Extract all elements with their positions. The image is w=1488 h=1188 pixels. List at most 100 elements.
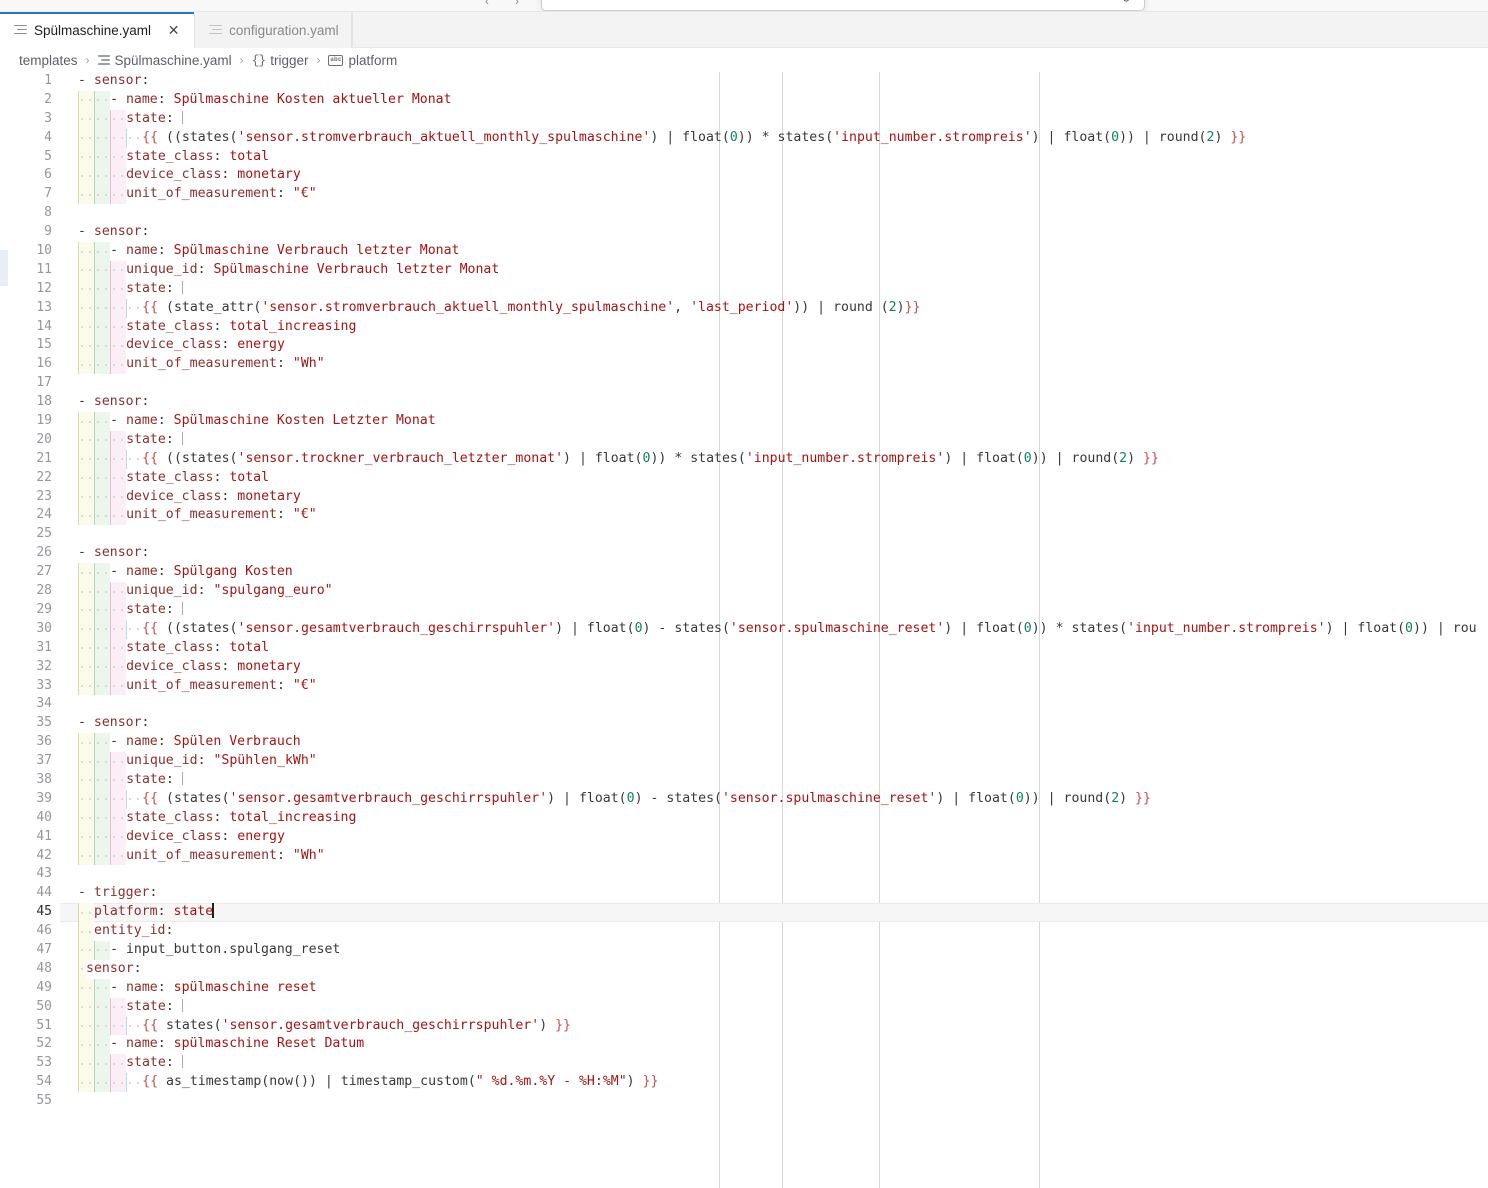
code-line[interactable]: 11unique_id: Spülmaschine Verbrauch letz… <box>0 261 1488 280</box>
code-line[interactable]: 6device_class: monetary <box>0 166 1488 185</box>
code-text: {{ ((states('sensor.trockner_verbrauch_l… <box>142 450 1159 469</box>
quick-open-value: config <box>1097 0 1130 2</box>
code-line[interactable]: 45platform: state <box>0 903 1488 922</box>
line-number: 41 <box>0 828 52 847</box>
code-text: state_class: total_increasing <box>126 318 356 337</box>
code-line[interactable]: 31state_class: total <box>0 639 1488 658</box>
code-line[interactable]: 49- name: spülmaschine reset <box>0 979 1488 998</box>
code-line[interactable]: 3state: <box>0 110 1488 129</box>
code-line[interactable]: 8 <box>0 204 1488 223</box>
code-line[interactable]: 33unit_of_measurement: "€" <box>0 677 1488 696</box>
code-line[interactable]: 37unique_id: "Spühlen_kWh" <box>0 752 1488 771</box>
tab-spulmaschine-yaml[interactable]: Spülmaschine.yaml ✕ <box>0 12 195 48</box>
code-line[interactable]: 23device_class: monetary <box>0 488 1488 507</box>
code-line[interactable]: 2- name: Spülmaschine Kosten aktueller M… <box>0 91 1488 110</box>
code-line[interactable]: 17 <box>0 374 1488 393</box>
line-number: 55 <box>0 1092 52 1111</box>
code-line[interactable]: 26- sensor: <box>0 544 1488 563</box>
breadcrumb-separator-icon: › <box>86 53 90 67</box>
line-number: 24 <box>0 506 52 525</box>
code-text: unique_id: "spulgang_euro" <box>126 582 332 601</box>
line-number: 36 <box>0 733 52 752</box>
breadcrumb-item-templates[interactable]: templates <box>18 53 79 68</box>
line-number: 9 <box>0 223 52 242</box>
code-text: entity_id: <box>94 922 173 941</box>
navigation-arrows[interactable]: ‹› <box>485 0 545 8</box>
breadcrumb-item-platform[interactable]: abc platform <box>327 53 398 68</box>
breadcrumb-item-file[interactable]: Spülmaschine.yaml <box>97 53 233 68</box>
code-line[interactable]: 48sensor: <box>0 960 1488 979</box>
breadcrumb-label: Spülmaschine.yaml <box>115 53 232 68</box>
code-editor[interactable]: 1- sensor:2- name: Spülmaschine Kosten a… <box>0 72 1488 1188</box>
line-number: 29 <box>0 601 52 620</box>
line-number: 47 <box>0 941 52 960</box>
code-line[interactable]: 47- input_button.spulgang_reset <box>0 941 1488 960</box>
code-text: - sensor: <box>78 544 149 563</box>
tab-configuration-yaml[interactable]: configuration.yaml <box>195 12 352 48</box>
vscode-window: ‹› ›config Spülmaschine.yaml ✕ configura… <box>0 0 1488 1188</box>
code-line[interactable]: 32device_class: monetary <box>0 658 1488 677</box>
code-line[interactable]: 51{{ states('sensor.gesamtverbrauch_gesc… <box>0 1017 1488 1036</box>
code-line[interactable]: 27- name: Spülgang Kosten <box>0 563 1488 582</box>
breadcrumb-item-trigger[interactable]: {} trigger <box>251 53 310 68</box>
code-line[interactable]: 42unit_of_measurement: "Wh" <box>0 847 1488 866</box>
line-number: 39 <box>0 790 52 809</box>
line-number: 4 <box>0 129 52 148</box>
code-line[interactable]: 16unit_of_measurement: "Wh" <box>0 355 1488 374</box>
block-scalar-marker <box>182 602 184 615</box>
code-line[interactable]: 25 <box>0 525 1488 544</box>
quick-open-input[interactable]: ›config <box>541 0 1145 11</box>
code-text: unique_id: Spülmaschine Verbrauch letzte… <box>126 261 499 280</box>
code-line[interactable]: 20state: <box>0 431 1488 450</box>
code-line[interactable]: 44- trigger: <box>0 884 1488 903</box>
code-text: - sensor: <box>78 393 149 412</box>
code-text: {{ states('sensor.gesamtverbrauch_geschi… <box>142 1017 571 1036</box>
code-line[interactable]: 43 <box>0 865 1488 884</box>
line-number: 40 <box>0 809 52 828</box>
code-line[interactable]: 29state: <box>0 601 1488 620</box>
code-line[interactable]: 10- name: Spülmaschine Verbrauch letzter… <box>0 242 1488 261</box>
code-line[interactable]: 24unit_of_measurement: "€" <box>0 506 1488 525</box>
back-arrow-icon[interactable]: ‹ <box>485 0 515 8</box>
code-line[interactable]: 52- name: spülmaschine Reset Datum <box>0 1035 1488 1054</box>
code-line[interactable]: 12state: <box>0 280 1488 299</box>
code-line[interactable]: 13{{ (state_attr('sensor.stromverbrauch_… <box>0 299 1488 318</box>
code-text: device_class: energy <box>126 828 285 847</box>
code-line[interactable]: 21{{ ((states('sensor.trockner_verbrauch… <box>0 450 1488 469</box>
code-line[interactable]: 41 device_class: energy <box>0 828 1488 847</box>
code-line[interactable]: 30{{ ((states('sensor.gesamtverbrauch_ge… <box>0 620 1488 639</box>
code-line[interactable]: 1- sensor: <box>0 72 1488 91</box>
close-icon[interactable]: ✕ <box>165 22 182 39</box>
code-line[interactable]: 38state: <box>0 771 1488 790</box>
code-line[interactable]: 36- name: Spülen Verbrauch <box>0 733 1488 752</box>
code-line[interactable]: 15device_class: energy <box>0 336 1488 355</box>
code-line[interactable]: 19- name: Spülmaschine Kosten Letzter Mo… <box>0 412 1488 431</box>
line-number: 30 <box>0 620 52 639</box>
code-line[interactable]: 4{{ ((states('sensor.stromverbrauch_aktu… <box>0 129 1488 148</box>
code-line[interactable]: 9- sensor: <box>0 223 1488 242</box>
code-line[interactable]: 28unique_id: "spulgang_euro" <box>0 582 1488 601</box>
line-number: 12 <box>0 280 52 299</box>
code-text: state_class: total <box>126 148 269 167</box>
code-text: state: <box>126 998 183 1017</box>
code-line[interactable]: 50state: <box>0 998 1488 1017</box>
code-text: unit_of_measurement: "€" <box>126 185 317 204</box>
code-line[interactable]: 53state: <box>0 1054 1488 1073</box>
code-line[interactable]: 7unit_of_measurement: "€" <box>0 185 1488 204</box>
code-line[interactable]: 18 - sensor: <box>0 393 1488 412</box>
breadcrumb-separator-icon: › <box>240 53 244 67</box>
code-line[interactable]: 40state_class: total_increasing <box>0 809 1488 828</box>
code-line[interactable]: 14state_class: total_increasing <box>0 318 1488 337</box>
code-line[interactable]: 35- sensor: <box>0 714 1488 733</box>
code-line[interactable]: 46entity_id: <box>0 922 1488 941</box>
code-line[interactable]: 22state_class: total <box>0 469 1488 488</box>
code-line[interactable]: 5state_class: total <box>0 148 1488 167</box>
line-number: 3 <box>0 110 52 129</box>
block-scalar-marker <box>182 1055 184 1068</box>
code-lines: 1- sensor:2- name: Spülmaschine Kosten a… <box>0 72 1488 1111</box>
line-number: 18 <box>0 393 52 412</box>
code-line[interactable]: 55 <box>0 1092 1488 1111</box>
code-line[interactable]: 39{{ (states('sensor.gesamtverbrauch_ges… <box>0 790 1488 809</box>
code-line[interactable]: 54{{ as_timestamp(now()) | timestamp_cus… <box>0 1073 1488 1092</box>
code-line[interactable]: 34 <box>0 695 1488 714</box>
